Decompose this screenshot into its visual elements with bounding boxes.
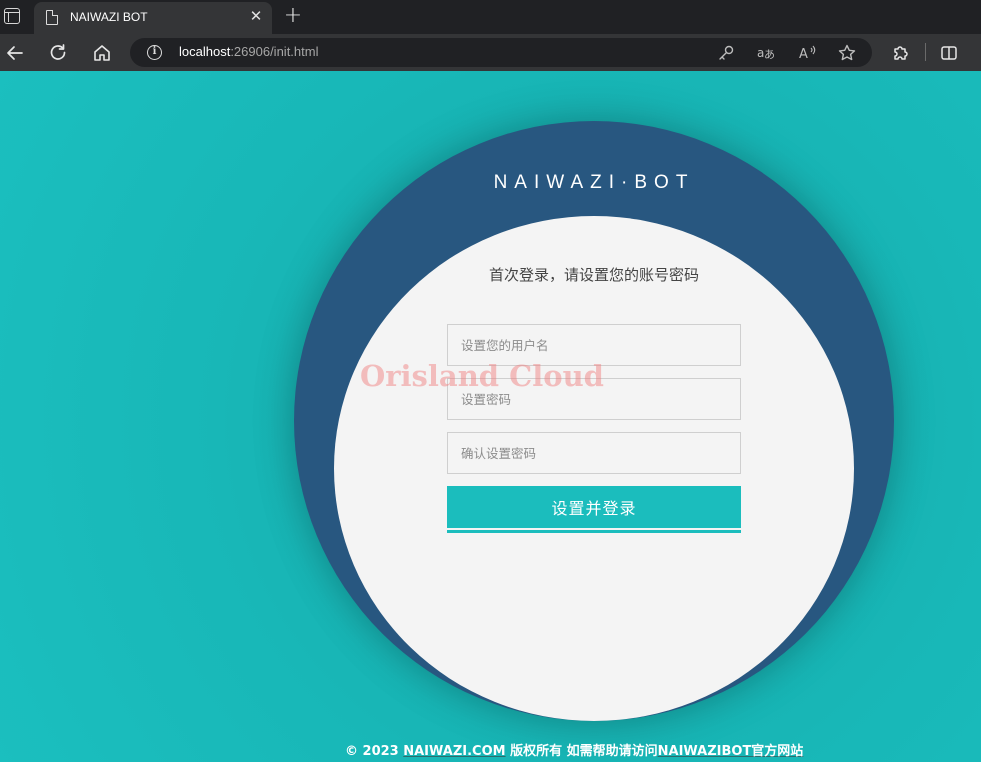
close-icon[interactable]: ✕ bbox=[248, 8, 264, 24]
footer-text: 版权所有 如需帮助请访问 bbox=[505, 744, 658, 759]
read-aloud-icon[interactable]: A bbox=[796, 42, 818, 64]
page-icon bbox=[46, 10, 58, 25]
window-icon[interactable] bbox=[4, 8, 20, 24]
browser-toolbar: i localhost:26906/init.html a あ A bbox=[0, 34, 981, 71]
page-body: NAIWAZI·BOT 首次登录，请设置您的账号密码 设置并登录 Orislan… bbox=[0, 71, 981, 762]
back-icon[interactable] bbox=[2, 40, 28, 66]
info-icon[interactable]: i bbox=[147, 45, 162, 60]
toolbar-divider bbox=[925, 43, 926, 61]
button-underline bbox=[447, 530, 741, 533]
split-screen-icon[interactable] bbox=[936, 40, 962, 66]
plus-icon[interactable]: + bbox=[282, 3, 304, 29]
translate-icon[interactable]: a あ bbox=[755, 42, 777, 64]
footer-help-link[interactable]: NAIWAZIBOT官方网站 bbox=[658, 744, 804, 759]
key-icon[interactable] bbox=[715, 42, 737, 64]
url-path: :26906/init.html bbox=[230, 44, 319, 59]
footer: © 2023 NAIWAZI.COM 版权所有 如需帮助请访问NAIWAZIBO… bbox=[345, 740, 803, 759]
svg-text:A: A bbox=[799, 47, 808, 62]
favorite-icon[interactable] bbox=[836, 42, 858, 64]
tab-title: NAIWAZI BOT bbox=[70, 10, 148, 24]
url-host: localhost bbox=[179, 44, 231, 59]
confirm-password-input[interactable] bbox=[447, 432, 741, 474]
svg-text:あ: あ bbox=[764, 48, 775, 61]
brand-title: NAIWAZI·BOT bbox=[493, 172, 695, 193]
username-input[interactable] bbox=[447, 324, 741, 366]
browser-tab[interactable]: NAIWAZI BOT ✕ bbox=[34, 2, 272, 34]
submit-button[interactable]: 设置并登录 bbox=[447, 486, 741, 528]
footer-copyright: © 2023 bbox=[345, 744, 404, 759]
url-text[interactable]: localhost:26906/init.html bbox=[179, 44, 318, 59]
footer-site-link[interactable]: NAIWAZI.COM bbox=[403, 744, 505, 759]
password-input[interactable] bbox=[447, 378, 741, 420]
form-title: 首次登录，请设置您的账号密码 bbox=[488, 266, 699, 284]
tab-bar: NAIWAZI BOT ✕ + bbox=[0, 0, 981, 34]
home-icon[interactable] bbox=[89, 40, 115, 66]
extensions-icon[interactable] bbox=[887, 40, 913, 66]
address-bar[interactable]: i localhost:26906/init.html a あ A bbox=[130, 38, 872, 67]
refresh-icon[interactable] bbox=[45, 40, 71, 66]
